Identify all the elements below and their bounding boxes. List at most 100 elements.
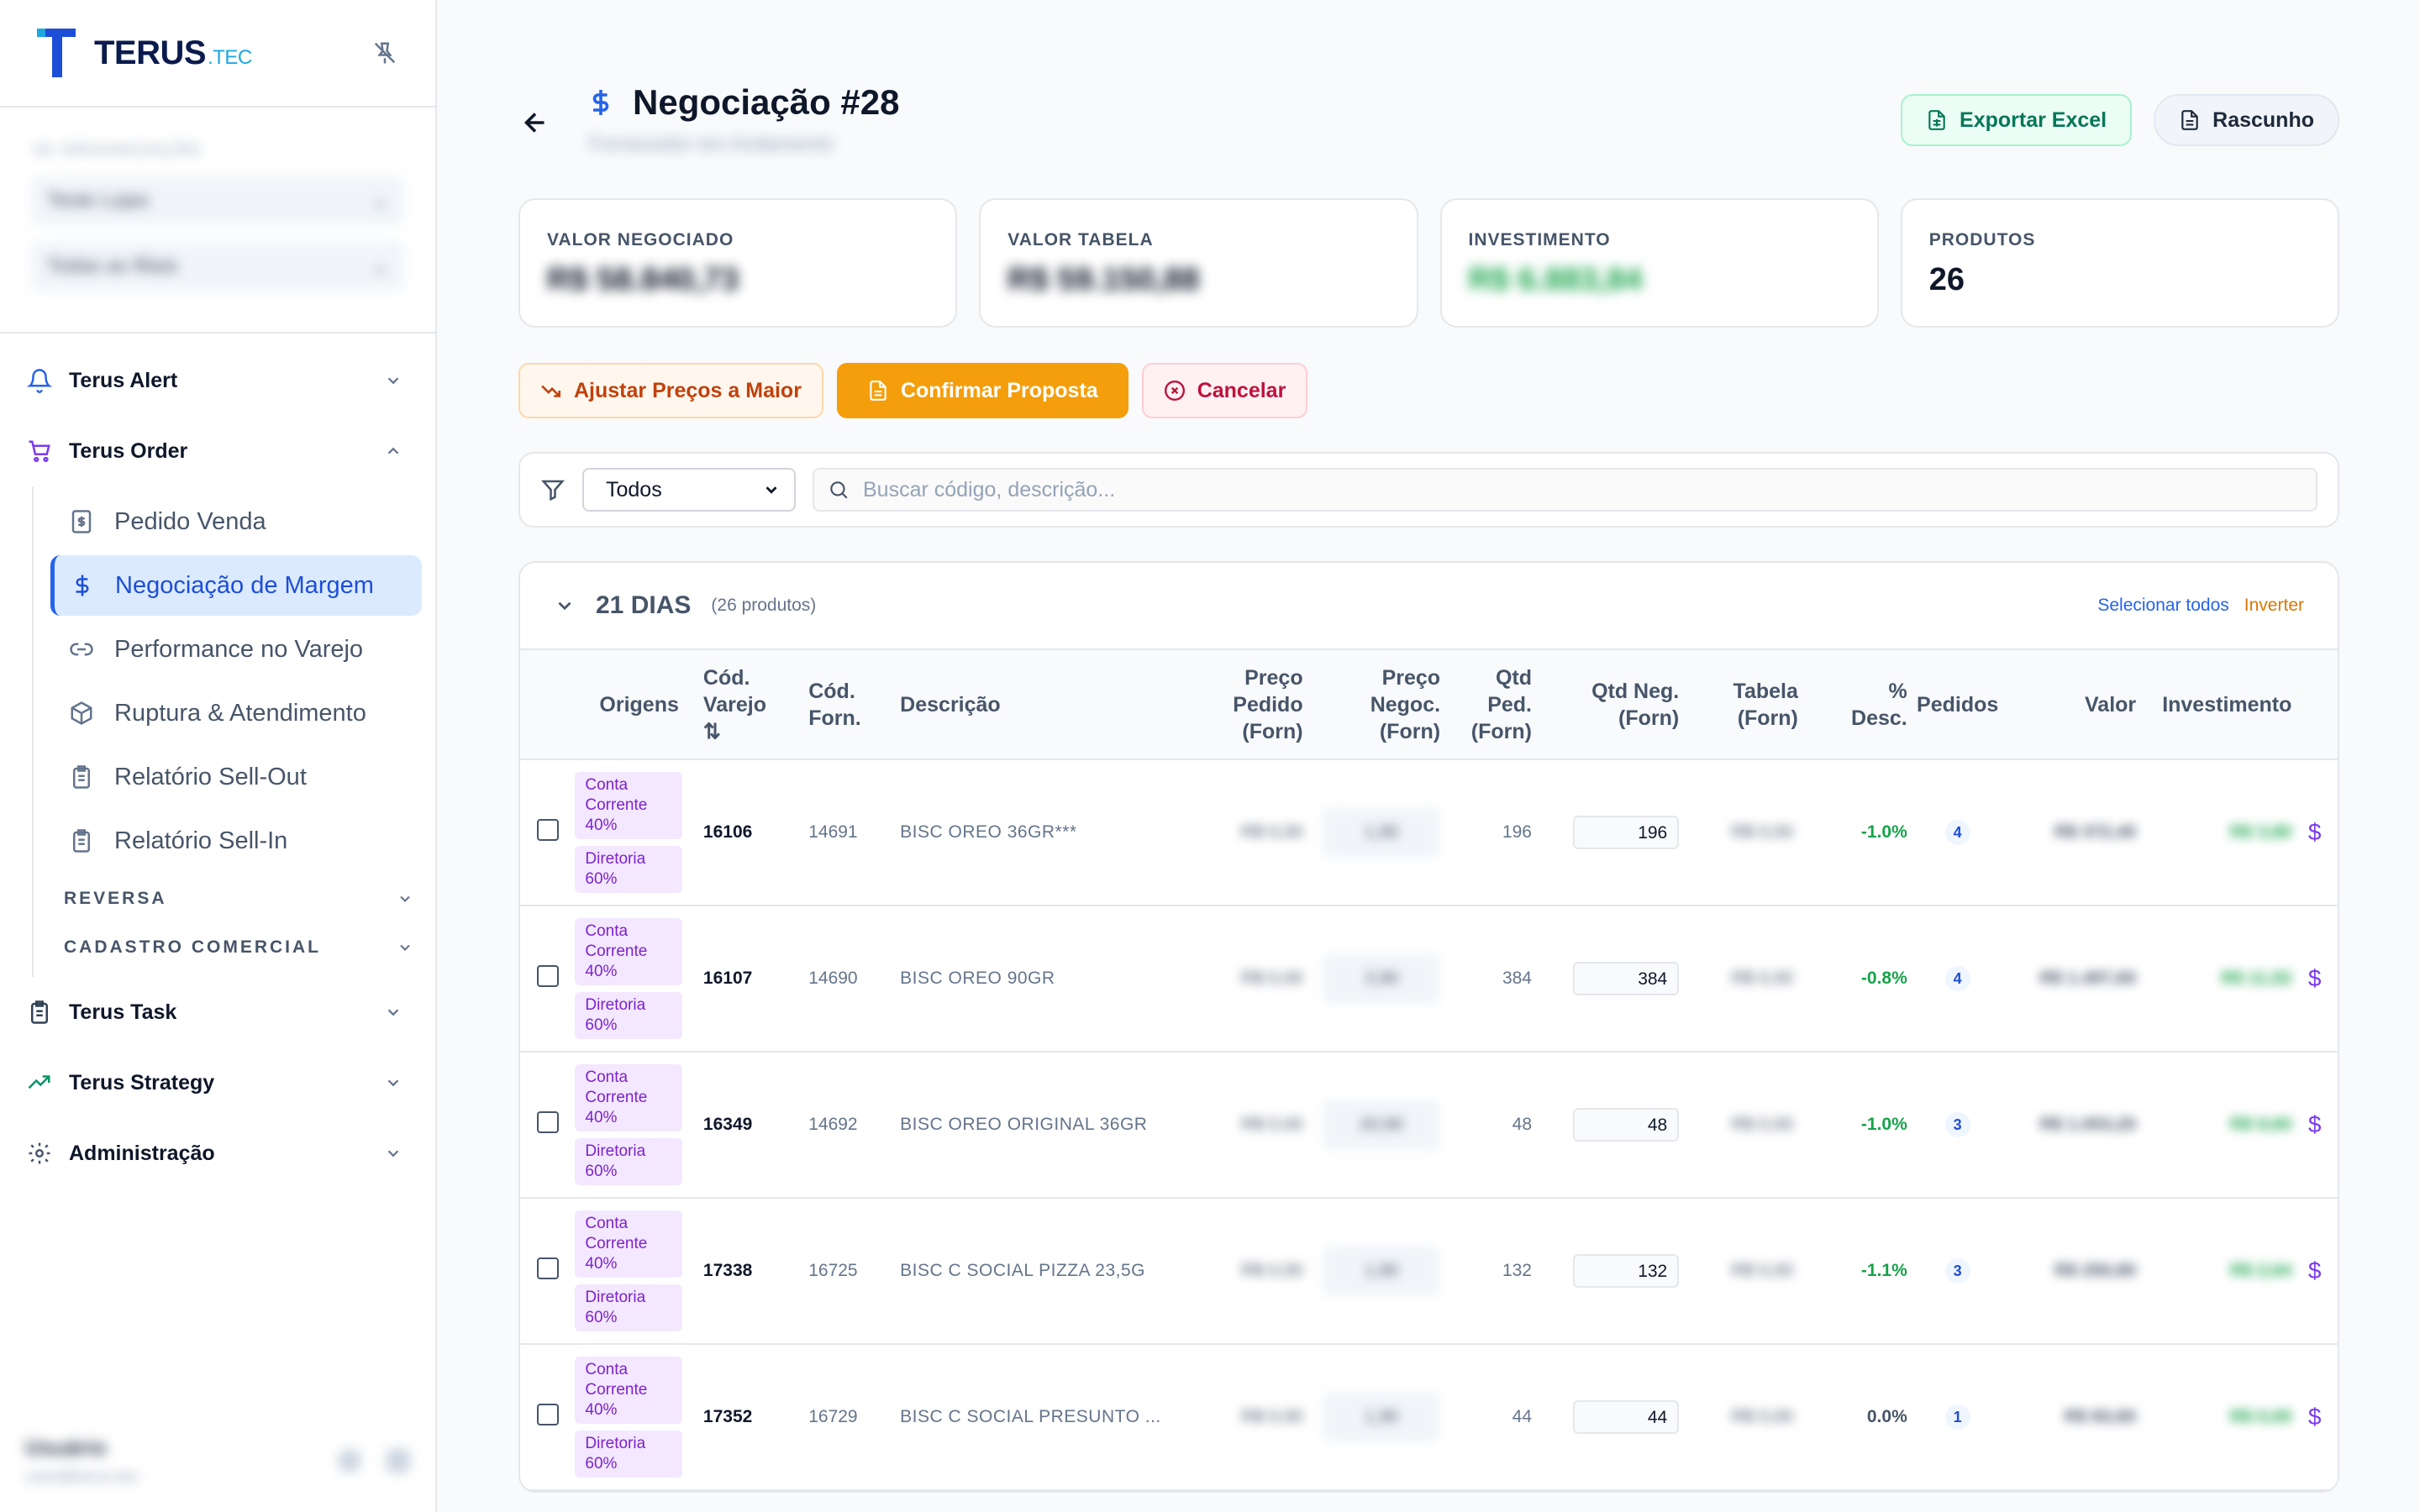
chevron-down-icon[interactable] [554,595,576,617]
pin-off-icon[interactable] [368,36,402,70]
dollar-icon[interactable]: $ [2308,965,2322,991]
tabela: R$ 0,00 [1731,969,1793,988]
desconto: -1.0% [1860,822,1907,842]
qtd-neg-input[interactable]: 44 [1573,1400,1680,1434]
origin-tag: Conta Corrente 40% [575,772,683,839]
qtd-neg-input[interactable]: 384 [1573,962,1680,995]
origin-tag: Diretoria 60% [575,992,683,1039]
preco-negoc-input[interactable]: 1,90 [1323,1246,1441,1296]
origin-tag: Diretoria 60% [575,846,683,893]
dollar-icon[interactable]: $ [2308,1404,2322,1430]
origin-tag: Conta Corrente 40% [575,1357,683,1424]
back-arrow-icon[interactable] [518,106,552,139]
cod-forn: 16725 [808,1261,858,1280]
preco-negoc-input[interactable]: 1,90 [1323,807,1441,858]
main-nav: Terus Alert Terus Order Pedido Venda Neg… [0,333,435,1200]
origens-tags: Conta Corrente 40% Diretoria 60% [575,1357,703,1478]
chevron-down-icon [765,486,777,494]
sidebar-item-pedido-venda[interactable]: Pedido Venda [50,491,422,552]
investimento: R$ 11,52 [2221,969,2292,988]
descricao: BISC C SOCIAL PIZZA 23,5G [900,1261,1145,1280]
table-row[interactable]: Conta Corrente 40% Diretoria 60% 17352 16… [520,1344,2338,1491]
valor: R$ 83,60 [2064,1407,2137,1426]
cod-varejo: 17338 [702,1261,753,1280]
pedidos-badge[interactable]: 3 [1944,1258,1970,1284]
theme-icon[interactable] [338,1449,361,1473]
row-checkbox[interactable] [536,965,559,987]
file-spreadsheet-icon [1928,110,1945,130]
section-cadastro-comercial[interactable]: CADASTRO COMERCIAL [50,923,422,972]
preco-pedido: R$ 0,00 [1241,969,1303,988]
col-tabela: Tabela (Forn) [1687,650,1807,760]
sidebar-item-negociacao-margem[interactable]: Negociação de Margem [50,555,422,616]
package-icon [71,701,92,725]
org-select-1[interactable]: Teste Lojas ⌄ [30,176,405,226]
preco-negoc-input[interactable]: 1,90 [1323,1392,1441,1442]
col-cod-varejo[interactable]: Cód. Varejo ⇅ [702,650,809,760]
export-excel-button[interactable]: Exportar Excel [1901,94,2133,146]
dollar-icon[interactable]: $ [2308,819,2322,845]
chevron-down-icon [381,1142,405,1165]
table-row[interactable]: Conta Corrente 40% Diretoria 60% 17338 16… [520,1198,2338,1345]
card-investimento: INVESTIMENTO R$ 6.883,84 [1439,198,1879,328]
chevron-down-icon [400,895,410,902]
pedidos-badge[interactable]: 3 [1944,1112,1970,1137]
dollar-icon[interactable]: $ [2308,1111,2322,1137]
search-input[interactable]: Buscar código, descrição... [813,468,2317,512]
row-checkbox[interactable] [536,819,559,841]
row-checkbox[interactable] [536,1257,559,1279]
dollar-icon[interactable]: $ [2308,1257,2322,1284]
col-desc: % Desc. [1806,650,1907,760]
sidebar-item-relatorio-sell-in[interactable]: Relatório Sell-In [50,811,422,871]
confirm-proposal-button[interactable]: Confirmar Proposta [836,363,1128,418]
pedidos-badge[interactable]: 1 [1944,1404,1970,1430]
clipboard-list-icon [31,1000,48,1024]
sidebar-item-ruptura-atendimento[interactable]: Ruptura & Atendimento [50,683,422,743]
sidebar-item-relatorio-sell-out[interactable]: Relatório Sell-Out [50,747,422,807]
cancel-button[interactable]: Cancelar [1141,363,1308,418]
col-cod-forn: Cód. Forn. [808,650,901,760]
preco-negoc-input[interactable]: 20,90 [1323,1100,1441,1150]
origin-tag: Diretoria 60% [575,1431,683,1478]
pedidos-badge[interactable]: 4 [1944,966,1970,991]
invert-link[interactable]: Inverter [2244,596,2304,616]
nav-terus-strategy[interactable]: Terus Strategy [0,1047,435,1118]
table-row[interactable]: Conta Corrente 40% Diretoria 60% 16349 14… [520,1052,2338,1199]
nav-terus-task[interactable]: Terus Task [0,977,435,1047]
nav-terus-alert[interactable]: Terus Alert [0,345,435,416]
valor: R$ 372,40 [2054,822,2137,842]
preco-negoc-input[interactable]: 3,90 [1323,953,1441,1004]
sidebar-item-performance-varejo[interactable]: Performance no Varejo [50,619,422,680]
cod-forn: 14692 [808,1115,858,1134]
user-profile[interactable]: Usuário user@terus.tec [25,1435,410,1487]
descricao: BISC OREO ORIGINAL 36GR [900,1115,1148,1134]
table-row[interactable]: Conta Corrente 40% Diretoria 60% 16106 14… [520,759,2338,906]
filter-icon[interactable] [540,477,566,502]
file-text-icon [2181,110,2198,130]
gear-icon [29,1142,50,1164]
org-select-2[interactable]: Todas as filiais ⌄ [30,241,405,291]
row-checkbox[interactable] [536,1404,559,1425]
logout-icon[interactable] [387,1449,410,1473]
col-qtd-ped: Qtd Ped. (Forn) [1440,650,1532,760]
section-reversa[interactable]: REVERSA [50,874,422,923]
sort-icon[interactable]: ⇅ [703,718,808,745]
chevron-up-icon [381,439,405,463]
select-all-link[interactable]: Selecionar todos [2097,596,2228,616]
qtd-neg-input[interactable]: 132 [1573,1254,1680,1288]
nav-terus-order[interactable]: Terus Order [0,416,435,486]
nav-administracao[interactable]: Administração [0,1118,435,1189]
page-title: Negociação #28 [633,82,900,122]
draft-button[interactable]: Rascunho [2154,94,2339,146]
table-header-row: Origens Cód. Varejo ⇅ Cód. Forn. Descriçã… [520,650,2338,760]
status-select[interactable]: Todos [582,468,796,512]
logo[interactable]: TERUS.TEC [34,25,252,81]
qtd-neg-input[interactable]: 48 [1573,1108,1680,1142]
cod-varejo: 16107 [702,969,753,988]
pedidos-badge[interactable]: 4 [1944,820,1970,845]
tabela: R$ 0,00 [1731,1261,1793,1280]
row-checkbox[interactable] [536,1111,559,1133]
table-row[interactable]: Conta Corrente 40% Diretoria 60% 16107 14… [520,906,2338,1053]
qtd-neg-input[interactable]: 196 [1573,816,1680,849]
adjust-prices-button[interactable]: Ajustar Preços a Maior [518,363,823,418]
